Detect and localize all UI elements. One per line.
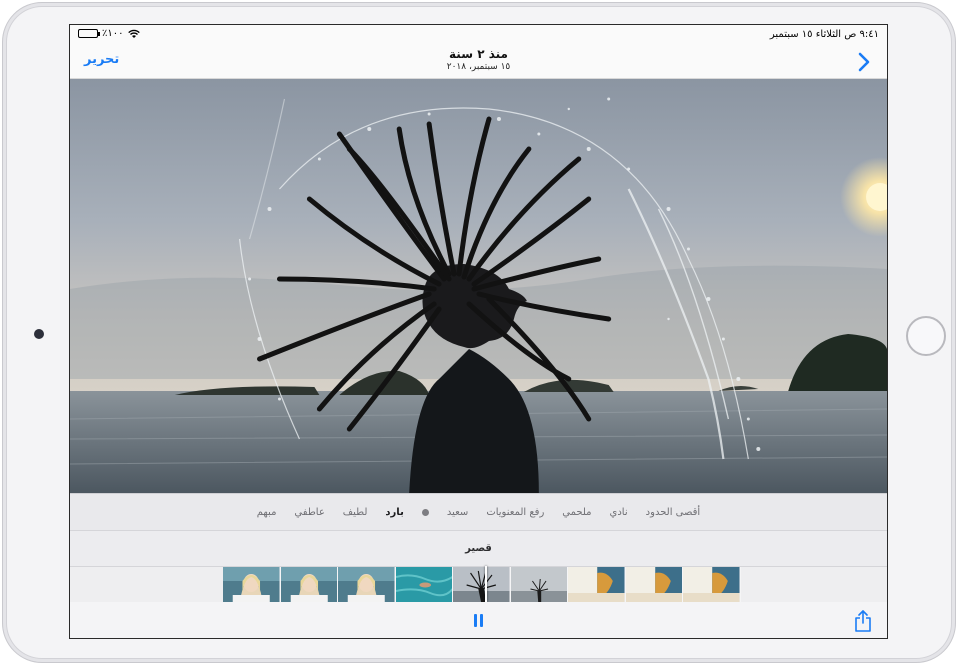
filmstrip-thumb-portrait xyxy=(338,567,396,603)
filmstrip-thumb-dog-beach xyxy=(683,567,741,603)
mood-happy[interactable]: سعيد xyxy=(447,507,468,518)
battery-icon xyxy=(78,29,100,38)
memory-date: ١٥ سبتمبر، ٢٠١٨ xyxy=(446,62,511,72)
filmstrip-thumb-portrait xyxy=(280,567,338,603)
memory-title: منذ ٢ سنة xyxy=(449,47,508,61)
filmstrip-playhead[interactable] xyxy=(485,566,487,602)
mood-epic[interactable]: ملحمي xyxy=(562,507,591,518)
filmstrip-thumb-dog-beach xyxy=(625,567,683,603)
pause-icon[interactable] xyxy=(472,614,486,628)
mood-extreme[interactable]: أقصى الحدود xyxy=(646,507,701,518)
status-left: ٪١٠٠ xyxy=(78,28,140,39)
bottom-toolbar xyxy=(70,602,887,638)
battery-percent: ٪١٠٠ xyxy=(102,28,124,39)
status-bar: ٪١٠٠ ٩:٤١ ص الثلاثاء ١٥ سبتمبر xyxy=(70,25,887,45)
filmstrip-thumb-hair-splash-small xyxy=(510,567,568,603)
share-icon[interactable] xyxy=(853,610,873,632)
home-button[interactable] xyxy=(906,316,946,356)
mood-sentimental[interactable]: عاطفي xyxy=(294,507,324,518)
filmstrip-thumb-dog-beach xyxy=(568,567,626,603)
duration-selector[interactable]: قصير xyxy=(70,530,887,566)
chevron-right-icon[interactable] xyxy=(855,52,873,72)
filmstrip-thumb-portrait xyxy=(223,567,281,603)
screen: ٪١٠٠ ٩:٤١ ص الثلاثاء ١٥ سبتمبر تحرير منذ… xyxy=(69,24,888,639)
mood-gentle[interactable]: لطيف xyxy=(343,507,368,518)
filmstrip-row xyxy=(70,566,887,603)
wifi-icon xyxy=(127,29,140,38)
filmstrip-thumb-swimmer xyxy=(395,567,453,603)
filmstrip[interactable] xyxy=(223,567,741,603)
duration-label: قصير xyxy=(465,543,492,554)
navigation-bar: تحرير منذ ٢ سنة ١٥ سبتمبر، ٢٠١٨ xyxy=(70,45,887,79)
filmstrip-thumb-hair-splash xyxy=(453,567,511,603)
front-camera xyxy=(34,329,44,339)
mood-uplifting[interactable]: رفع المعنويات xyxy=(486,507,544,518)
memory-photo[interactable] xyxy=(70,79,887,493)
mood-club[interactable]: نادي xyxy=(610,507,628,518)
mood-dot-icon xyxy=(421,508,429,516)
mood-selector: أقصى الحدود نادي ملحمي رفع المعنويات سعي… xyxy=(70,493,887,530)
mood-chill[interactable]: بارد xyxy=(385,507,403,518)
mood-dreamy[interactable]: مبهم xyxy=(257,507,277,518)
status-time-date: ٩:٤١ ص الثلاثاء ١٥ سبتمبر xyxy=(769,29,879,40)
